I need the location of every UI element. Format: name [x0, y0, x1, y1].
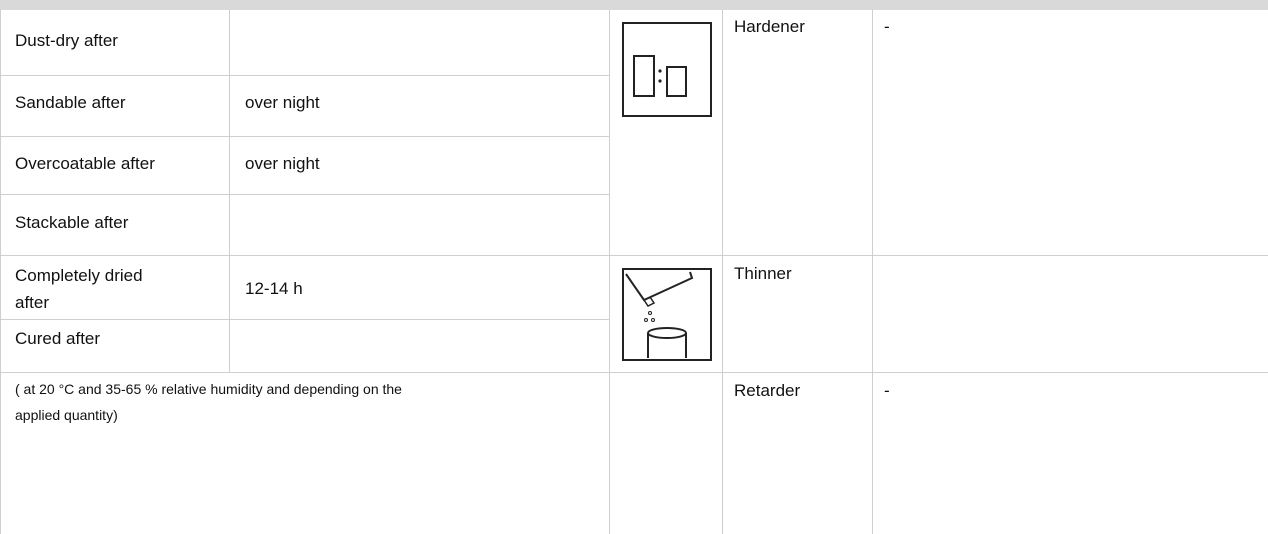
value-sandable: over night: [245, 93, 320, 112]
conditions-note-line2: applied quantity): [15, 407, 118, 423]
mixing-ratio-icon: [622, 22, 712, 117]
row-divider: [0, 136, 609, 137]
label-completely-dried-line2: after: [15, 293, 50, 312]
row-divider: [0, 372, 1268, 373]
label-completely-dried-line1: Completely dried: [15, 266, 143, 285]
table-border-left: [0, 10, 1, 534]
value-completely-dried: 12-14 h: [245, 279, 303, 298]
thinner-pouring-icon: [622, 268, 712, 361]
row-divider: [0, 319, 609, 320]
label-dust-dry: Dust-dry after: [15, 31, 118, 50]
label-overcoatable: Overcoatable after: [15, 154, 155, 173]
top-border-bar: [0, 0, 1268, 10]
value-retarder: -: [884, 381, 890, 400]
value-hardener: -: [884, 17, 890, 36]
row-divider: [0, 255, 1268, 256]
row-divider: [0, 75, 609, 76]
label-hardener: Hardener: [734, 17, 805, 36]
conditions-note-line1: ( at 20 °C and 35-65 % relative humidity…: [15, 381, 402, 397]
column-divider: [872, 10, 873, 534]
label-stackable: Stackable after: [15, 213, 129, 232]
column-divider: [609, 10, 610, 534]
label-thinner: Thinner: [734, 264, 792, 283]
label-sandable: Sandable after: [15, 93, 126, 112]
value-overcoatable: over night: [245, 154, 320, 173]
label-retarder: Retarder: [734, 381, 801, 400]
label-cured: Cured after: [15, 329, 101, 348]
column-divider: [722, 10, 723, 534]
row-divider: [0, 194, 609, 195]
